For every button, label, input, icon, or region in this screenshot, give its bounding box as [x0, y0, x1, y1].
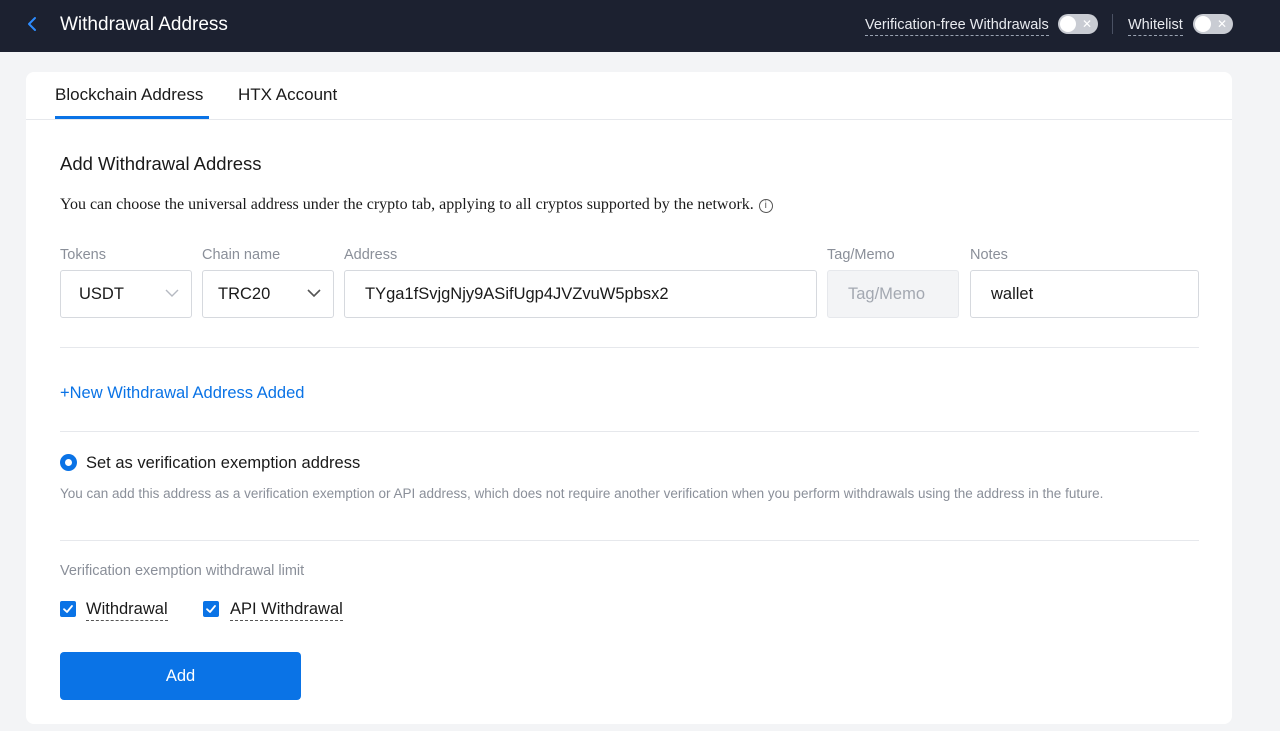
chain-name-label: Chain name	[202, 247, 281, 263]
toggle-knob	[1060, 16, 1076, 32]
address-label: Address	[344, 247, 398, 263]
tab-htx-account[interactable]: HTX Account	[238, 84, 337, 106]
chevron-down-icon	[165, 289, 179, 297]
divider	[60, 347, 1199, 348]
exemption-radio[interactable]	[60, 454, 77, 471]
close-icon: ✕	[1216, 17, 1227, 31]
info-icon[interactable]: i	[758, 199, 773, 213]
verification-free-toggle[interactable]: ✕	[1058, 14, 1098, 34]
tokens-select[interactable]: USDT	[60, 270, 192, 318]
api-withdrawal-checkbox[interactable]	[203, 601, 219, 617]
chain-name-value: TRC20	[218, 285, 271, 303]
add-button[interactable]: Add	[60, 652, 301, 700]
header-divider	[1112, 14, 1113, 34]
withdrawal-checkbox[interactable]	[60, 601, 76, 617]
notes-input[interactable]: wallet	[970, 270, 1199, 318]
close-icon: ✕	[1081, 17, 1092, 31]
tabs-divider	[26, 119, 1232, 120]
withdrawal-checkbox-label[interactable]: Withdrawal	[86, 599, 168, 621]
tag-memo-input: Tag/Memo	[827, 270, 959, 318]
divider	[60, 431, 1199, 432]
exemption-radio-label[interactable]: Set as verification exemption address	[86, 452, 360, 474]
radio-dot	[65, 459, 72, 466]
chain-name-select[interactable]: TRC20	[202, 270, 334, 318]
whitelist-link[interactable]: Whitelist	[1128, 15, 1183, 36]
address-card: Blockchain Address HTX Account Add Withd…	[26, 72, 1232, 724]
description-text: You can choose the universal address und…	[60, 196, 754, 213]
notes-value: wallet	[991, 285, 1034, 303]
new-withdrawal-address-link[interactable]: +New Withdrawal Address Added	[60, 383, 304, 403]
tag-memo-placeholder: Tag/Memo	[848, 285, 926, 303]
tag-memo-label: Tag/Memo	[827, 247, 895, 263]
section-description: You can choose the universal address und…	[60, 195, 773, 215]
divider	[60, 540, 1199, 541]
limit-label: Verification exemption withdrawal limit	[60, 563, 305, 579]
checkmark-icon	[206, 605, 216, 613]
chevron-left-icon[interactable]	[26, 12, 48, 38]
exemption-help-text: You can add this address as a verificati…	[60, 486, 1104, 501]
chevron-down-icon	[307, 289, 321, 298]
address-input[interactable]: TYga1fSvjgNjy9ASifUgp4JVZvuW5pbsx2	[344, 270, 817, 318]
verification-free-withdrawals-link[interactable]: Verification-free Withdrawals	[865, 15, 1049, 36]
toggle-knob	[1195, 16, 1211, 32]
api-withdrawal-checkbox-label[interactable]: API Withdrawal	[230, 599, 343, 621]
notes-label: Notes	[970, 247, 1008, 263]
tab-blockchain-address[interactable]: Blockchain Address	[55, 84, 203, 106]
section-heading: Add Withdrawal Address	[60, 153, 262, 174]
tokens-label: Tokens	[60, 247, 106, 263]
whitelist-toggle[interactable]: ✕	[1193, 14, 1233, 34]
tokens-value: USDT	[79, 285, 124, 303]
address-value: TYga1fSvjgNjy9ASifUgp4JVZvuW5pbsx2	[365, 285, 669, 303]
top-bar: Withdrawal Address Verification-free Wit…	[0, 0, 1280, 52]
page-title: Withdrawal Address	[60, 14, 228, 35]
checkmark-icon	[63, 605, 73, 613]
